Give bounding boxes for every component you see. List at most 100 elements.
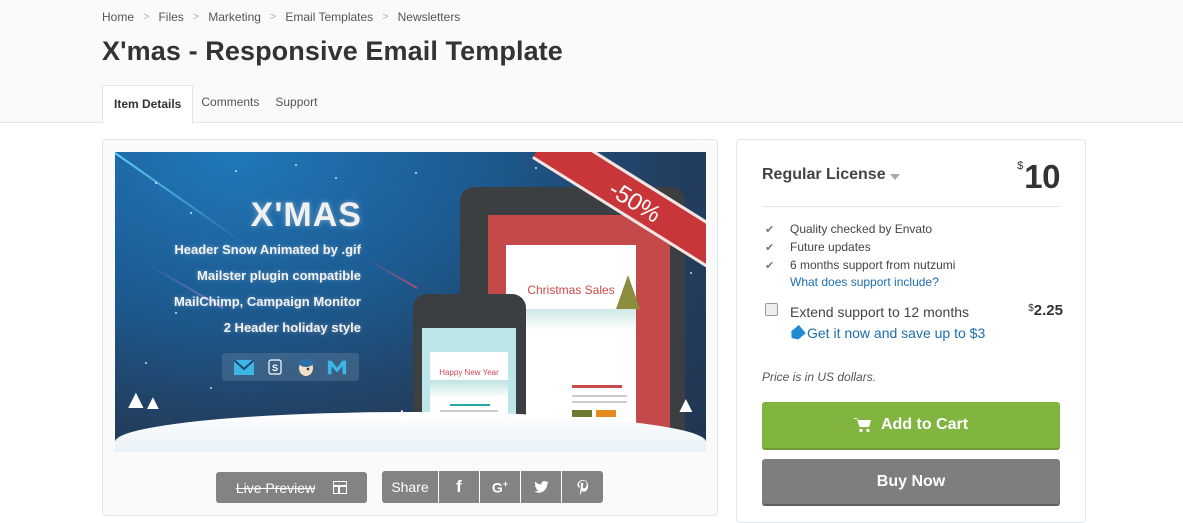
support-info-link[interactable]: What does support include? [790, 275, 939, 289]
email-button [596, 410, 616, 417]
share-group: Share f G+ [382, 471, 603, 503]
breadcrumb-email-templates[interactable]: Email Templates [285, 10, 373, 24]
buy-now-label: Buy Now [876, 472, 946, 490]
breadcrumb-newsletters[interactable]: Newsletters [398, 10, 461, 24]
twitter-share-button[interactable] [521, 471, 562, 503]
tab-item-details[interactable]: Item Details [102, 85, 194, 124]
snow-particle [295, 164, 297, 166]
phone-email-title: Happy New Year [439, 368, 499, 377]
preview-actions: Live Preview Share f G+ [216, 471, 603, 503]
save-offer-link[interactable]: Get it now and save up to $3 [790, 325, 985, 341]
email-text-line [572, 385, 622, 388]
pinterest-share-button[interactable] [562, 471, 603, 503]
breadcrumb-separator: > [382, 11, 389, 23]
snow-particle [155, 182, 157, 184]
tag-icon [788, 324, 806, 341]
email-header-snow [430, 380, 508, 398]
compatibility-icons: S [222, 353, 359, 381]
snow-particle [190, 212, 192, 214]
license-feature: ✔ Quality checked by Envato [765, 220, 955, 238]
email-text-line [450, 404, 490, 406]
breadcrumb-home[interactable]: Home [102, 10, 134, 24]
check-icon: ✔ [765, 223, 775, 236]
purchase-panel: Regular License $ 10 ✔ Quality checked b… [736, 139, 1086, 523]
twitter-icon [533, 481, 549, 493]
email-text-line [572, 401, 627, 403]
tab-comments[interactable]: Comments [193, 85, 267, 123]
banner-title: X'MAS [250, 196, 362, 234]
license-selector[interactable]: Regular License [762, 166, 900, 184]
feature-label: Future updates [790, 240, 871, 254]
snow-particle [210, 387, 212, 389]
tree-icon: ▲ [393, 404, 411, 424]
snow-particle [235, 170, 237, 172]
snow-particle [535, 167, 537, 169]
email-text-line [572, 395, 627, 397]
add-to-cart-button[interactable]: Add to Cart [762, 402, 1060, 448]
license-feature: ✔ Future updates [765, 238, 955, 256]
extend-support-label[interactable]: Extend support to 12 months [790, 304, 969, 320]
page-title: X'mas - Responsive Email Template [102, 36, 563, 66]
layout-icon [333, 481, 348, 494]
light-streak [115, 152, 247, 246]
feature-label: 6 months support from nutzumi [790, 258, 956, 272]
tab-support[interactable]: Support [267, 85, 325, 123]
pinterest-icon [577, 479, 588, 495]
breadcrumb-separator: > [143, 11, 150, 23]
item-preview-panel: X'MAS Header Snow Animated by .gif Mails… [102, 139, 718, 516]
extend-price-amount: 2.25 [1033, 302, 1063, 319]
divider [762, 206, 1060, 207]
extend-support-checkbox[interactable] [765, 303, 778, 316]
facebook-icon: f [456, 477, 462, 496]
extend-support-price: $ 2.25 [1028, 302, 1063, 319]
google-plus-share-button[interactable]: G+ [480, 471, 521, 503]
mail-icon [233, 358, 254, 376]
license-price: $ 10 [1017, 158, 1060, 196]
email-button [572, 410, 592, 417]
save-offer-label: Get it now and save up to $3 [807, 325, 986, 341]
breadcrumb-marketing[interactable]: Marketing [208, 10, 261, 24]
snow-particle [415, 172, 417, 174]
breadcrumb: Home > Files > Marketing > Email Templat… [102, 10, 460, 24]
breadcrumb-files[interactable]: Files [158, 10, 183, 24]
s-icon: S [265, 358, 285, 376]
light-streak [364, 257, 418, 289]
share-label: Share [382, 471, 439, 503]
snow-particle [145, 362, 147, 364]
license-name: Regular License [762, 166, 886, 183]
svg-text:S: S [272, 363, 278, 373]
banner-feature: Header Snow Animated by .gif [174, 242, 361, 257]
banner-feature: MailChimp, Campaign Monitor [173, 294, 361, 309]
price-note: Price is in US dollars. [762, 370, 877, 384]
snow-particle [335, 177, 337, 179]
banner-feature: Mailster plugin compatible [197, 268, 361, 283]
tree-icon: ▲ [143, 392, 163, 414]
add-to-cart-label: Add to Cart [880, 416, 969, 433]
google-plus-icon: G+ [491, 478, 509, 496]
facebook-share-button[interactable]: f [439, 471, 480, 503]
live-preview-label: Live Preview [235, 479, 316, 496]
item-preview-image[interactable]: X'MAS Header Snow Animated by .gif Mails… [115, 152, 706, 452]
tree-icon [616, 275, 640, 309]
tab-bar: Item Details Comments Support [102, 85, 325, 124]
snow-particle [690, 272, 692, 274]
tree-icon: ▲ [675, 392, 697, 417]
caret-down-icon [889, 173, 900, 180]
license-feature: ✔ 6 months support from nutzumi [765, 256, 955, 274]
feature-label: Quality checked by Envato [790, 222, 933, 236]
mailchimp-icon [296, 358, 316, 376]
campaign-monitor-icon [327, 358, 347, 376]
price-amount: 10 [1024, 158, 1060, 195]
breadcrumb-separator: > [269, 11, 277, 23]
buy-now-button[interactable]: Buy Now [762, 459, 1060, 504]
currency-symbol: $ [1017, 160, 1024, 172]
check-icon: ✔ [765, 241, 775, 254]
license-features: ✔ Quality checked by Envato ✔ Future upd… [765, 220, 955, 274]
check-icon: ✔ [765, 259, 775, 272]
live-preview-button[interactable]: Live Preview [216, 472, 367, 503]
page-header: Home > Files > Marketing > Email Templat… [0, 0, 1183, 124]
snow-particle [175, 312, 177, 314]
banner-feature: 2 Header holiday style [223, 320, 361, 335]
breadcrumb-separator: > [192, 11, 200, 23]
cart-icon [853, 418, 871, 433]
